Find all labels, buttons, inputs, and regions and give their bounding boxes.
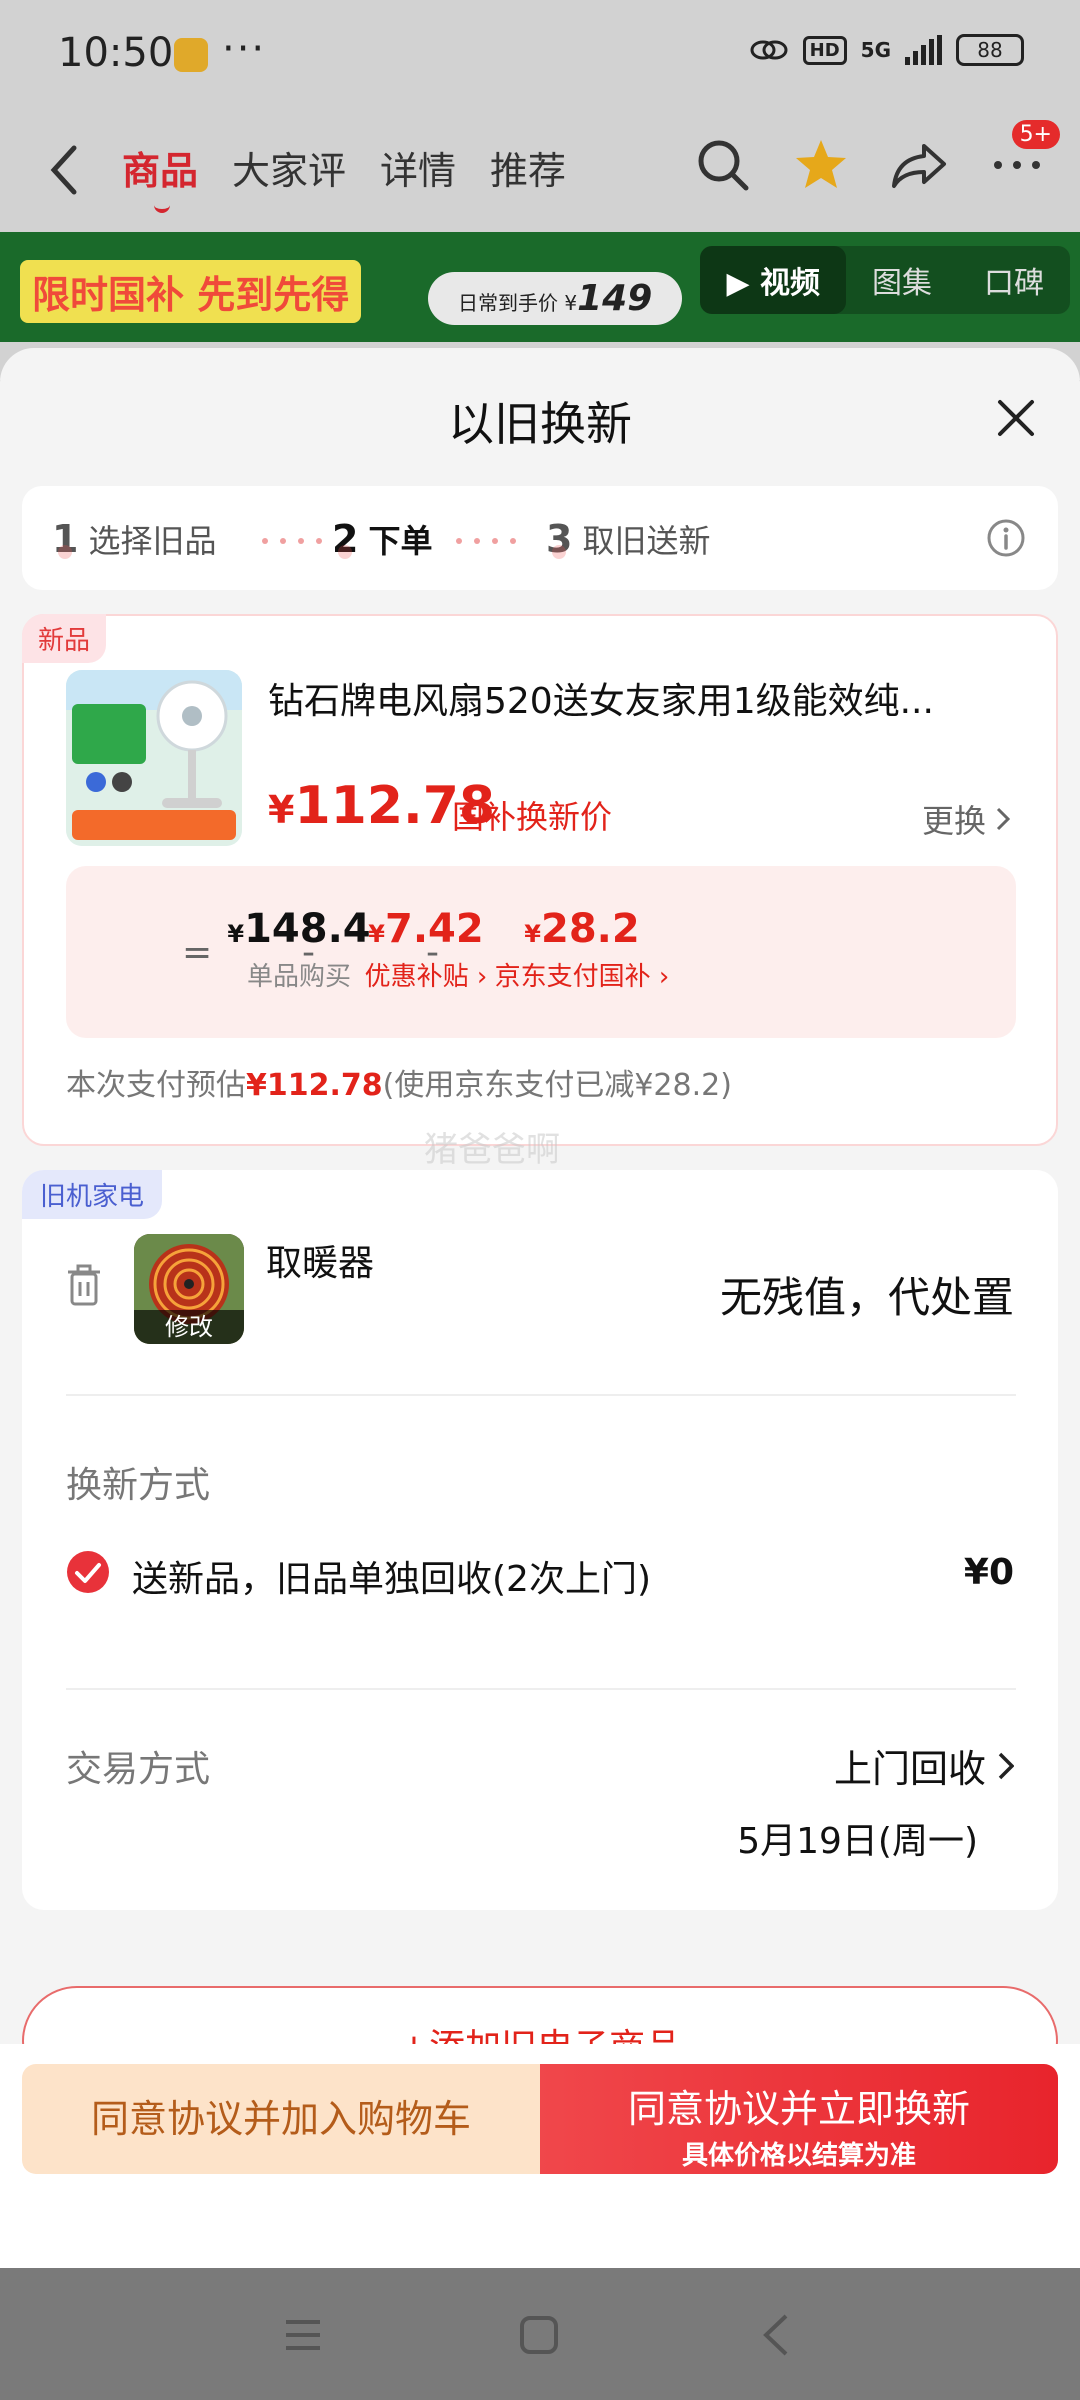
chevron-right-icon bbox=[998, 1752, 1014, 1779]
back-arrow-icon[interactable] bbox=[44, 140, 84, 200]
old-appliance-tag: 旧机家电 bbox=[22, 1170, 163, 1219]
nav-actions: 5+ bbox=[694, 120, 1060, 194]
fan-product-image[interactable] bbox=[66, 670, 242, 846]
search-icon[interactable] bbox=[694, 136, 752, 194]
status-time: 10:50 bbox=[58, 30, 174, 76]
signal-icon bbox=[905, 35, 942, 65]
system-navigation-bar bbox=[0, 2268, 1080, 2400]
back-icon[interactable] bbox=[752, 2310, 802, 2360]
promo-banner: 限时国补 先到先得 日常到手价 ¥149 ▶ 视频 图集 口碑 bbox=[0, 232, 1080, 342]
chevron-right-icon bbox=[996, 807, 1010, 831]
gallery-app-icon bbox=[174, 38, 208, 72]
price-breakdown: = ¥148.4 单品购买 - ¥7.42 优惠补贴 › - ¥28.2 京东支… bbox=[66, 866, 1016, 1038]
home-icon[interactable] bbox=[514, 2310, 564, 2360]
media-tabs: ▶ 视频 图集 口碑 bbox=[700, 246, 1070, 314]
network-label: 5G bbox=[860, 38, 891, 62]
banner-price-prefix: 日常到手价 ¥ bbox=[458, 291, 578, 315]
step-label: 下单 bbox=[368, 522, 433, 560]
user-watermark: 猪爸爸啊 bbox=[424, 1130, 560, 1170]
exchange-method-option[interactable]: 送新品，旧品单独回收(2次上门) bbox=[132, 1550, 651, 1602]
media-tab-video[interactable]: ▶ 视频 bbox=[700, 246, 846, 314]
price-label: 国补换新价 bbox=[452, 798, 613, 836]
step-place-order: 2 下单 bbox=[332, 516, 432, 562]
subsidy-item[interactable]: ¥28.2 京东支付国补 › bbox=[442, 906, 722, 993]
tab-recommend[interactable]: 推荐 bbox=[490, 140, 566, 195]
product-page-background: 10:50 ··· HD 5G 88 商品 大家评 详情 推荐 5+ 限时国补 … bbox=[0, 0, 1080, 380]
trade-in-sheet: 以旧换新 1 选择旧品 2 下单 3 取旧送新 新品 钻石牌电风扇520送女友家… bbox=[0, 348, 1080, 2268]
old-item-name: 取暖器 bbox=[266, 1243, 375, 1284]
pickup-date[interactable]: 5月19日(周一) bbox=[737, 1812, 978, 1864]
payment-estimate: 本次支付预估¥112.78(使用京东支付已减¥28.2) bbox=[66, 1068, 732, 1103]
new-product-card: 新品 钻石牌电风扇520送女友家用1级能效纯... ¥112.78 国补换新价 … bbox=[22, 614, 1058, 1146]
exchange-method-title: 换新方式 bbox=[66, 1465, 211, 1506]
hd-icon: HD bbox=[802, 35, 847, 65]
link-icon bbox=[750, 40, 788, 60]
product-nav-bar: 商品 大家评 详情 推荐 5+ bbox=[0, 110, 1080, 230]
change-label: 更换 bbox=[921, 802, 986, 840]
exchange-method-price: ¥0 bbox=[963, 1552, 1014, 1593]
trade-method-title: 交易方式 bbox=[66, 1749, 211, 1790]
equals-sign: = bbox=[182, 932, 213, 973]
change-product-button[interactable]: 更换 bbox=[922, 796, 1010, 842]
subsidy-label: 京东支付国补 › bbox=[494, 962, 670, 992]
status-bar: 10:50 ··· HD 5G 88 bbox=[0, 0, 1080, 110]
minus-sign: - bbox=[302, 932, 315, 973]
more-menu-icon[interactable]: 5+ bbox=[988, 120, 1060, 194]
step-select-old: 1 选择旧品 bbox=[52, 516, 216, 562]
swap-button-sublabel: 具体价格以结算为准 bbox=[681, 2141, 916, 2171]
favorite-star-icon[interactable] bbox=[792, 136, 850, 194]
check-circle-icon[interactable] bbox=[66, 1550, 110, 1594]
agree-swap-now-button[interactable]: 同意协议并立即换新 具体价格以结算为准 bbox=[540, 2064, 1058, 2174]
new-product-tag: 新品 bbox=[22, 614, 107, 663]
trade-method-selector[interactable]: 上门回收 bbox=[834, 1738, 1014, 1793]
trade-method-value: 上门回收 bbox=[833, 1747, 986, 1791]
progress-steps: 1 选择旧品 2 下单 3 取旧送新 bbox=[22, 486, 1058, 590]
media-tab-reputation[interactable]: 口碑 bbox=[958, 246, 1070, 314]
new-product-title[interactable]: 钻石牌电风扇520送女友家用1级能效纯... bbox=[268, 672, 988, 724]
tab-product[interactable]: 商品 bbox=[122, 140, 198, 213]
minus-sign: - bbox=[426, 932, 439, 973]
residual-value-text: 无残值，代处置 bbox=[719, 1273, 1014, 1322]
step-number: 2 bbox=[332, 517, 359, 561]
tab-reviews[interactable]: 大家评 bbox=[232, 140, 346, 195]
trash-icon[interactable] bbox=[66, 1264, 102, 1306]
notification-badge: 5+ bbox=[1011, 120, 1060, 149]
old-appliance-card: 旧机家电 修改 取暖器 无残值，代处置 换新方式 送新品，旧品单独回收(2次上门… bbox=[22, 1170, 1058, 1910]
tab-details[interactable]: 详情 bbox=[380, 140, 456, 195]
agree-add-to-cart-button[interactable]: 同意协议并加入购物车 bbox=[22, 2064, 540, 2174]
divider bbox=[66, 1394, 1016, 1396]
edit-old-item-button[interactable]: 修改 bbox=[134, 1310, 244, 1344]
nav-tabs: 商品 大家评 详情 推荐 bbox=[122, 140, 566, 213]
step-number: 1 bbox=[52, 517, 79, 561]
close-icon[interactable] bbox=[996, 398, 1036, 438]
banner-price-pill: 日常到手价 ¥149 bbox=[428, 272, 683, 325]
step-number: 3 bbox=[546, 517, 573, 561]
sheet-title: 以旧换新 bbox=[448, 397, 632, 451]
swap-button-label: 同意协议并立即换新 bbox=[627, 2087, 970, 2131]
more-notifications-icon: ··· bbox=[222, 26, 267, 72]
step-label: 取旧送新 bbox=[582, 522, 711, 560]
status-indicators: HD 5G 88 bbox=[749, 34, 1024, 66]
share-icon[interactable] bbox=[890, 136, 948, 194]
banner-price: 149 bbox=[577, 278, 653, 319]
step-label: 选择旧品 bbox=[88, 522, 217, 560]
step-connector bbox=[456, 538, 516, 544]
info-icon[interactable] bbox=[986, 518, 1026, 558]
media-tab-gallery[interactable]: 图集 bbox=[846, 246, 958, 314]
battery-icon: 88 bbox=[956, 34, 1024, 66]
step-pickup-delivery: 3 取旧送新 bbox=[546, 516, 710, 562]
heater-image[interactable]: 修改 bbox=[134, 1234, 244, 1344]
subsidy-value: ¥28.2 bbox=[524, 906, 640, 952]
menu-icon[interactable] bbox=[278, 2310, 328, 2360]
divider bbox=[66, 1688, 1016, 1690]
banner-promo-text: 限时国补 先到先得 bbox=[20, 260, 362, 323]
step-connector bbox=[262, 538, 322, 544]
sheet-footer: 同意协议并加入购物车 同意协议并立即换新 具体价格以结算为准 bbox=[0, 2044, 1080, 2268]
